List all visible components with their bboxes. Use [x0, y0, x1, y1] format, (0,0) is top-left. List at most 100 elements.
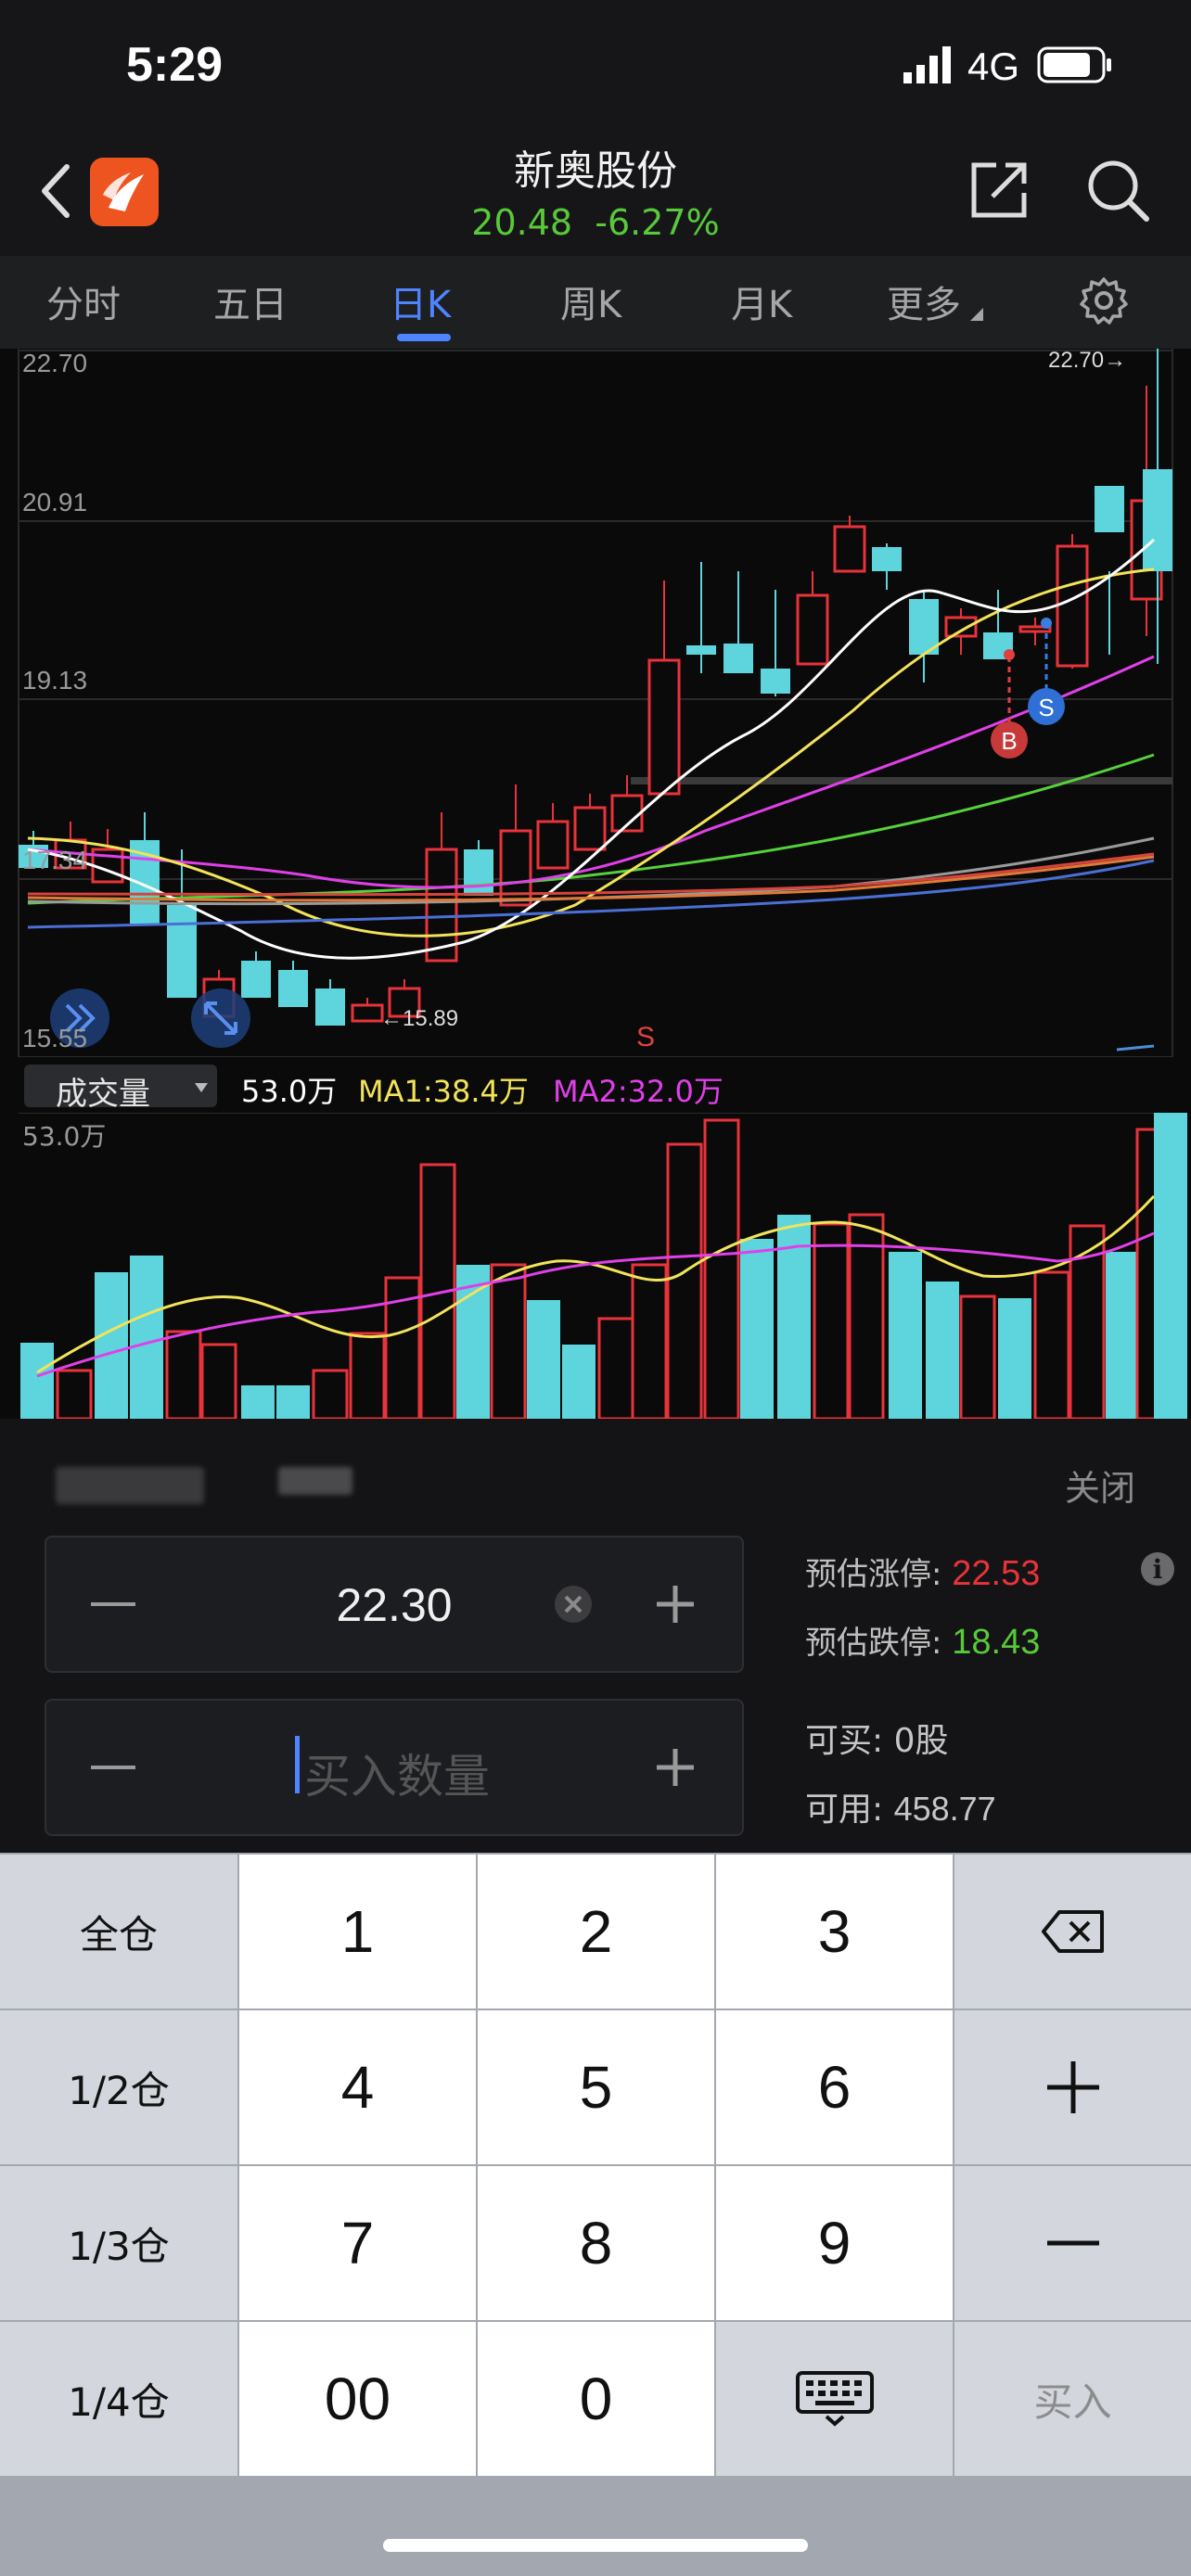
- key-buy-submit[interactable]: 买入: [954, 2322, 1191, 2476]
- qty-decrement-button[interactable]: [91, 1766, 135, 1769]
- key-6[interactable]: 6: [716, 2010, 953, 2164]
- home-indicator[interactable]: [383, 2539, 808, 2552]
- volume-bar: [926, 1282, 959, 1419]
- text-cursor: [295, 1736, 300, 1793]
- close-button[interactable]: 关闭: [1065, 1460, 1135, 1511]
- can-buy-value: 0股: [893, 1722, 949, 1760]
- key-quarter-position[interactable]: 1/4仓: [0, 2322, 237, 2476]
- volume-bar: [95, 1272, 128, 1419]
- minus-icon: [1046, 2240, 1099, 2246]
- volume-current: 53.0万: [241, 1074, 338, 1109]
- limit-up-label: 预估涨停:: [805, 1556, 942, 1593]
- key-9[interactable]: 9: [716, 2166, 953, 2320]
- volume-scale-max: 53.0万: [22, 1121, 107, 1152]
- limit-up-row: 预估涨停: 22.53: [805, 1549, 1040, 1594]
- tab-month-k[interactable]: 月K: [731, 274, 792, 328]
- kline-chart[interactable]: B S S ←15.89 22.70→ 22.70 20.91 19.13 17…: [0, 349, 1191, 1057]
- volume-bar: [200, 1343, 237, 1419]
- price-input[interactable]: 22.30: [46, 1578, 742, 1632]
- buy-signal-marker[interactable]: B: [991, 649, 1028, 759]
- candle-body: [872, 547, 902, 571]
- available-label: 可用:: [805, 1791, 884, 1829]
- fullscreen-icon[interactable]: [191, 988, 250, 1048]
- tab-day-k[interactable]: 日K: [390, 274, 451, 328]
- volume-bar: [703, 1118, 740, 1419]
- candle-body: [464, 849, 493, 896]
- volume-bar: [130, 1256, 163, 1419]
- available-row: 可用: 458.77: [805, 1782, 996, 1830]
- volume-bar: [349, 1332, 386, 1419]
- key-switch-keyboard[interactable]: [716, 2322, 953, 2476]
- tab-week-k[interactable]: 周K: [560, 274, 621, 328]
- clear-icon[interactable]: [553, 1584, 594, 1625]
- volume-ma1: MA1:38.4万: [358, 1074, 529, 1109]
- volume-bar: [276, 1385, 310, 1419]
- key-plus[interactable]: [954, 2010, 1191, 2164]
- price-increment-button[interactable]: [653, 1582, 698, 1626]
- chevron-down-icon: [195, 1083, 208, 1092]
- candle-body: [536, 820, 570, 870]
- volume-bar: [1106, 1252, 1139, 1419]
- candle-body: [686, 645, 716, 655]
- candle-body: [167, 905, 197, 998]
- key-3[interactable]: 3: [716, 1855, 953, 2009]
- sell-signal-text: S: [636, 1022, 655, 1052]
- key-5[interactable]: 5: [478, 2010, 714, 2164]
- volume-bar: [666, 1142, 703, 1419]
- candle-body: [351, 1003, 384, 1023]
- candle-body: [1056, 544, 1089, 668]
- key-00[interactable]: 00: [239, 2322, 476, 2476]
- volume-bar: [56, 1369, 93, 1419]
- volume-bar: [889, 1252, 922, 1419]
- volume-chart[interactable]: 53.0万: [0, 1113, 1191, 1419]
- key-full-position[interactable]: 全仓: [0, 1855, 237, 2009]
- quantity-input[interactable]: 买入数量: [304, 1740, 490, 1806]
- volume-bar: [998, 1298, 1031, 1419]
- volume-header: 成交量 53.0万 MA1:38.4万 MA2:32.0万: [0, 1057, 1191, 1113]
- price-label-top: 22.70: [22, 349, 88, 377]
- volume-indicator-select[interactable]: 成交量: [24, 1065, 217, 1113]
- key-half-position[interactable]: 1/2仓: [0, 2010, 237, 2164]
- volume-bar: [165, 1330, 202, 1419]
- low-price-marker: ←15.89: [380, 1006, 458, 1031]
- settings-gear-icon[interactable]: [1080, 276, 1128, 325]
- svg-text:S: S: [1038, 694, 1054, 721]
- available-value: 458.77: [893, 1790, 996, 1828]
- key-third-position[interactable]: 1/3仓: [0, 2166, 237, 2320]
- candle-body: [944, 616, 978, 638]
- candle-body: [724, 644, 753, 673]
- candle-body: [761, 669, 790, 694]
- svg-text:B: B: [1001, 727, 1017, 755]
- price-label-4: 17.34: [22, 846, 88, 874]
- quantity-input-box: 买入数量: [45, 1699, 744, 1836]
- volume-bar: [740, 1239, 774, 1419]
- active-tab-indicator: [397, 334, 451, 341]
- key-8[interactable]: 8: [478, 2166, 714, 2320]
- candle-body: [315, 988, 345, 1026]
- ma20-line: [27, 655, 1155, 889]
- key-2[interactable]: 2: [478, 1855, 714, 2009]
- tab-five-day[interactable]: 五日: [213, 274, 288, 328]
- volume-ma2: MA2:32.0万: [553, 1074, 724, 1109]
- key-1[interactable]: 1: [239, 1855, 476, 2009]
- qty-increment-button[interactable]: [653, 1745, 698, 1790]
- trade-panel: 关闭 22.30 买入数量 预估涨停: 22.53 i 预估跌停: 18.43 …: [0, 1419, 1191, 1853]
- support-band: [631, 777, 1172, 784]
- price-label-2: 20.91: [22, 488, 88, 516]
- key-0[interactable]: 0: [478, 2322, 714, 2476]
- limit-up-value: 22.53: [952, 1554, 1041, 1593]
- tab-more[interactable]: 更多: [887, 274, 961, 328]
- search-icon[interactable]: [1085, 158, 1150, 223]
- key-backspace[interactable]: [954, 1855, 1191, 2009]
- price-label-3: 19.13: [22, 666, 88, 695]
- status-time: 5:29: [126, 38, 224, 92]
- share-icon[interactable]: [968, 159, 1030, 221]
- info-icon[interactable]: i: [1139, 1550, 1176, 1588]
- key-minus[interactable]: [954, 2166, 1191, 2320]
- volume-bar: [527, 1300, 560, 1419]
- high-price-marker: 22.70→: [1048, 349, 1126, 373]
- key-4[interactable]: 4: [239, 2010, 476, 2164]
- numeric-keyboard: 全仓 1 2 3 1/2仓 4 5 6 1/3仓 7 8 9 1/4仓 00 0…: [0, 1853, 1191, 2576]
- key-7[interactable]: 7: [239, 2166, 476, 2320]
- tab-minute[interactable]: 分时: [46, 274, 121, 328]
